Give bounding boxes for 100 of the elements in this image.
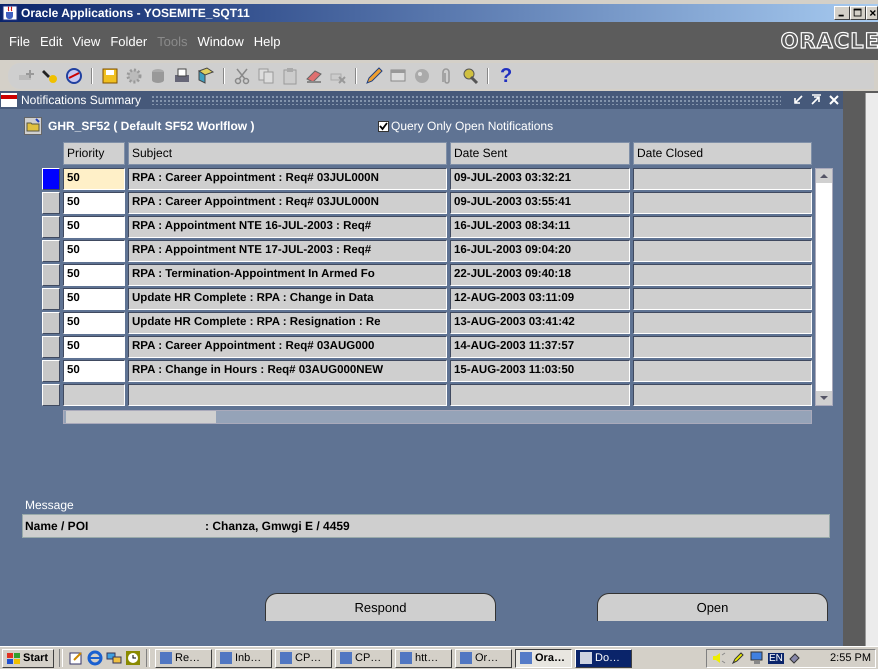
- subject-cell: RPA : Career Appointment : Req# 03AUG000: [128, 336, 447, 358]
- date-sent-cell: 15-AUG-2003 11:03:50: [450, 360, 630, 382]
- maximize-icon[interactable]: [809, 93, 823, 107]
- minimize-icon[interactable]: [791, 93, 805, 107]
- taskbar-button[interactable]: Or…: [455, 648, 512, 668]
- application-icon: [519, 651, 533, 665]
- checkbox-label[interactable]: Query Only Open Notifications: [391, 119, 554, 133]
- priority-cell[interactable]: 50: [63, 312, 125, 334]
- application-icon: [339, 651, 353, 665]
- browser-icon[interactable]: [87, 650, 103, 666]
- action-button[interactable]: Respond: [265, 593, 496, 621]
- vertical-scrollbar[interactable]: [815, 168, 833, 406]
- windows-flag-icon: [6, 652, 21, 664]
- minimize-icon[interactable]: [834, 6, 850, 20]
- priority-cell[interactable]: [63, 384, 125, 406]
- close-icon[interactable]: [827, 93, 841, 107]
- taskbar-button[interactable]: CP…: [275, 648, 332, 668]
- maximize-icon[interactable]: [850, 6, 866, 20]
- priority-cell[interactable]: 50: [63, 336, 125, 358]
- taskbar-button[interactable]: Re…: [155, 648, 212, 668]
- row-indicator[interactable]: [42, 336, 60, 358]
- priority-cell[interactable]: 50: [63, 168, 125, 190]
- subject-cell: RPA : Appointment NTE 17-JUL-2003 : Req#: [128, 240, 447, 262]
- clock-icon[interactable]: [125, 650, 141, 666]
- taskbar-button[interactable]: Ora…: [515, 648, 572, 668]
- message-field: Name / POI : Chanza, Gmwgi E / 4459: [22, 514, 830, 538]
- subject-cell: RPA : Termination-Appointment In Armed Fo: [128, 264, 447, 286]
- subject-cell: RPA : Career Appointment : Req# 03JUL000N: [128, 168, 447, 190]
- application-icon: [399, 651, 413, 665]
- column-header[interactable]: Priority: [63, 142, 125, 165]
- menu-item[interactable]: Window: [192, 34, 249, 48]
- scroll-down-icon[interactable]: [816, 391, 832, 405]
- row-indicator[interactable]: [42, 240, 60, 262]
- date-sent-cell: 22-JUL-2003 09:40:18: [450, 264, 630, 286]
- action-button[interactable]: Open: [597, 593, 828, 621]
- close-icon[interactable]: [866, 6, 878, 20]
- vertical-scrollbar[interactable]: [865, 93, 878, 646]
- application-icon: [459, 651, 473, 665]
- start-button[interactable]: Start: [2, 648, 54, 668]
- menu-item[interactable]: View: [67, 34, 106, 48]
- window-title: Oracle Applications - YOSEMITE_SQT11: [21, 6, 251, 20]
- java-cup-icon: [2, 5, 18, 21]
- priority-cell[interactable]: 50: [63, 360, 125, 382]
- globe-icon[interactable]: [64, 66, 84, 86]
- menu-item[interactable]: Edit: [34, 34, 68, 48]
- taskbar-button[interactable]: Inb…: [215, 648, 272, 668]
- date-sent-cell: 16-JUL-2003 09:04:20: [450, 240, 630, 262]
- oracle-form-icon: [1, 93, 17, 107]
- horizontal-scrollbar[interactable]: [63, 410, 812, 424]
- column-header[interactable]: Subject: [128, 142, 447, 165]
- pencil-icon[interactable]: [730, 650, 746, 666]
- priority-cell[interactable]: 50: [63, 264, 125, 286]
- date-sent-cell: 09-JUL-2003 03:55:41: [450, 192, 630, 214]
- menu-item[interactable]: Help: [248, 34, 286, 48]
- date-sent-cell: 13-AUG-2003 03:41:42: [450, 312, 630, 334]
- date-sent-cell: 09-JUL-2003 03:32:21: [450, 168, 630, 190]
- row-indicator[interactable]: [42, 384, 60, 406]
- application-icon: [219, 651, 233, 665]
- taskbar-button[interactable]: Do…: [575, 648, 632, 668]
- priority-cell[interactable]: 50: [63, 216, 125, 238]
- row-indicator[interactable]: [42, 360, 60, 382]
- network-icon[interactable]: [749, 650, 765, 666]
- subject-cell: RPA : Career Appointment : Req# 03JUL000N: [128, 192, 447, 214]
- subject-cell: RPA : Appointment NTE 16-JUL-2003 : Req#: [128, 216, 447, 238]
- column-header[interactable]: Date Sent: [450, 142, 630, 165]
- subject-cell: Update HR Complete : RPA : Change in Data: [128, 288, 447, 310]
- row-indicator[interactable]: [42, 288, 60, 310]
- application-icon: [159, 651, 173, 665]
- row-indicator[interactable]: [42, 264, 60, 286]
- priority-cell[interactable]: 50: [63, 240, 125, 262]
- notepad-icon[interactable]: [68, 650, 84, 666]
- taskbar-button[interactable]: htt…: [395, 648, 452, 668]
- taskbar-button[interactable]: CP…: [335, 648, 392, 668]
- menu-item[interactable]: Folder: [105, 34, 152, 48]
- book-icon[interactable]: [196, 66, 216, 86]
- monitors-icon[interactable]: [106, 650, 122, 666]
- row-indicator[interactable]: [42, 312, 60, 334]
- help-button[interactable]: ?: [496, 65, 516, 87]
- column-header[interactable]: Date Closed: [633, 142, 812, 165]
- title-grip[interactable]: [151, 95, 781, 105]
- folder-icon[interactable]: [24, 117, 42, 135]
- row-indicator[interactable]: [42, 192, 60, 214]
- priority-cell[interactable]: 50: [63, 192, 125, 214]
- date-sent-cell: 16-JUL-2003 08:34:11: [450, 216, 630, 238]
- subject-cell: RPA : Change in Hours : Req# 03AUG000NEW: [128, 360, 447, 382]
- checkbox[interactable]: [378, 120, 389, 132]
- message-label: Message: [25, 498, 75, 512]
- row-indicator[interactable]: [42, 216, 60, 238]
- application-icon: [279, 651, 293, 665]
- pencil-icon[interactable]: [364, 66, 384, 86]
- scroll-up-icon[interactable]: [816, 169, 832, 183]
- date-sent-cell: 14-AUG-2003 11:37:57: [450, 336, 630, 358]
- subject-cell: Update HR Complete : RPA : Resignation : Re: [128, 312, 447, 334]
- application-icon: [579, 651, 593, 665]
- menu-item[interactable]: File: [4, 34, 35, 48]
- language-indicator[interactable]: EN: [768, 652, 784, 664]
- clock: 2:55 PM: [830, 652, 871, 664]
- form-title: Notifications Summary: [21, 93, 142, 107]
- row-indicator[interactable]: [42, 168, 60, 190]
- priority-cell[interactable]: 50: [63, 288, 125, 310]
